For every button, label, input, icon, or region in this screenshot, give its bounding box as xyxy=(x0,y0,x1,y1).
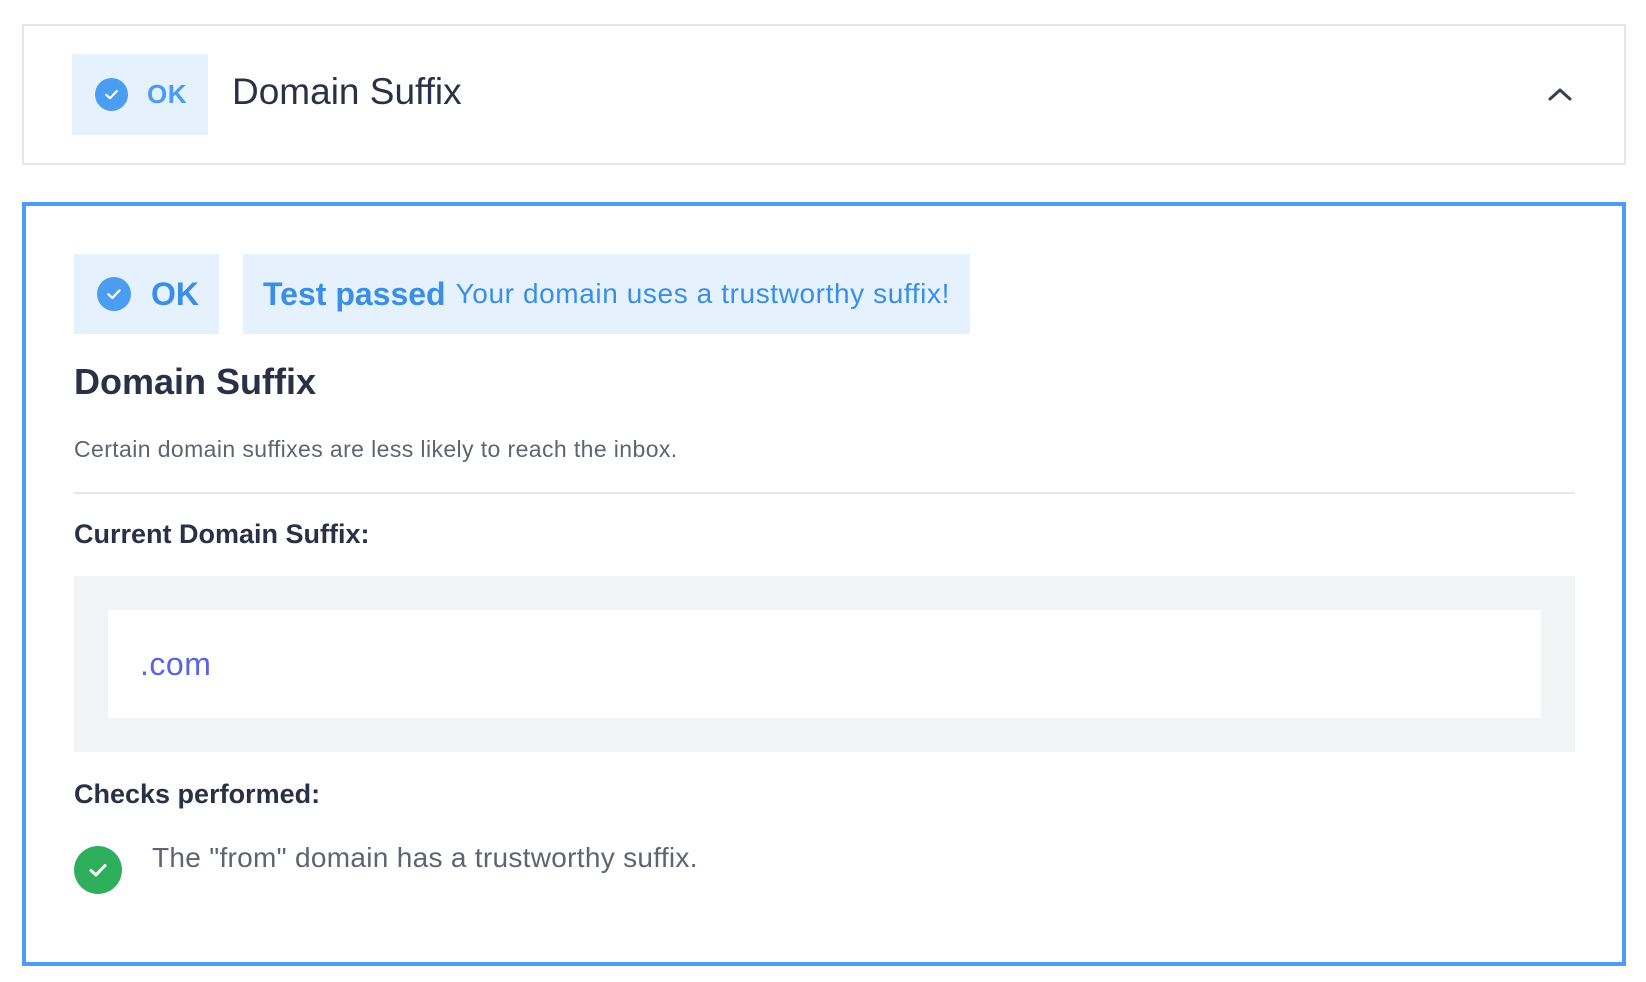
status-label: OK xyxy=(151,275,199,312)
checks-performed-label: Checks performed: xyxy=(74,779,321,809)
check-item-text: The "from" domain has a trustworthy suff… xyxy=(152,842,698,873)
current-suffix-value: .com xyxy=(108,610,1541,718)
accordion-title: Domain Suffix xyxy=(232,71,462,112)
result-title: Test passed xyxy=(263,275,446,312)
test-result-row: OK Test passed Your domain uses a trustw… xyxy=(74,254,970,334)
section-description: Certain domain suffixes are less likely … xyxy=(74,436,678,462)
section-title: Domain Suffix xyxy=(74,361,317,402)
status-badge: OK xyxy=(74,254,219,334)
domain-suffix-accordion-header[interactable]: OK Domain Suffix xyxy=(22,24,1626,165)
check-circle-icon xyxy=(95,78,128,111)
check-circle-icon xyxy=(97,277,131,311)
current-suffix-label: Current Domain Suffix: xyxy=(74,519,370,549)
domain-suffix-detail-panel: OK Test passed Your domain uses a trustw… xyxy=(22,202,1626,966)
success-check-icon xyxy=(74,846,122,894)
divider xyxy=(74,492,1575,494)
status-badge: OK xyxy=(72,54,208,135)
result-message: Your domain uses a trustworthy suffix! xyxy=(455,278,950,309)
chevron-up-icon[interactable] xyxy=(1542,76,1578,112)
test-result-banner: Test passed Your domain uses a trustwort… xyxy=(243,254,970,334)
current-suffix-panel: .com xyxy=(74,576,1575,752)
status-label: OK xyxy=(147,79,187,109)
check-item: The "from" domain has a trustworthy suff… xyxy=(74,841,698,894)
